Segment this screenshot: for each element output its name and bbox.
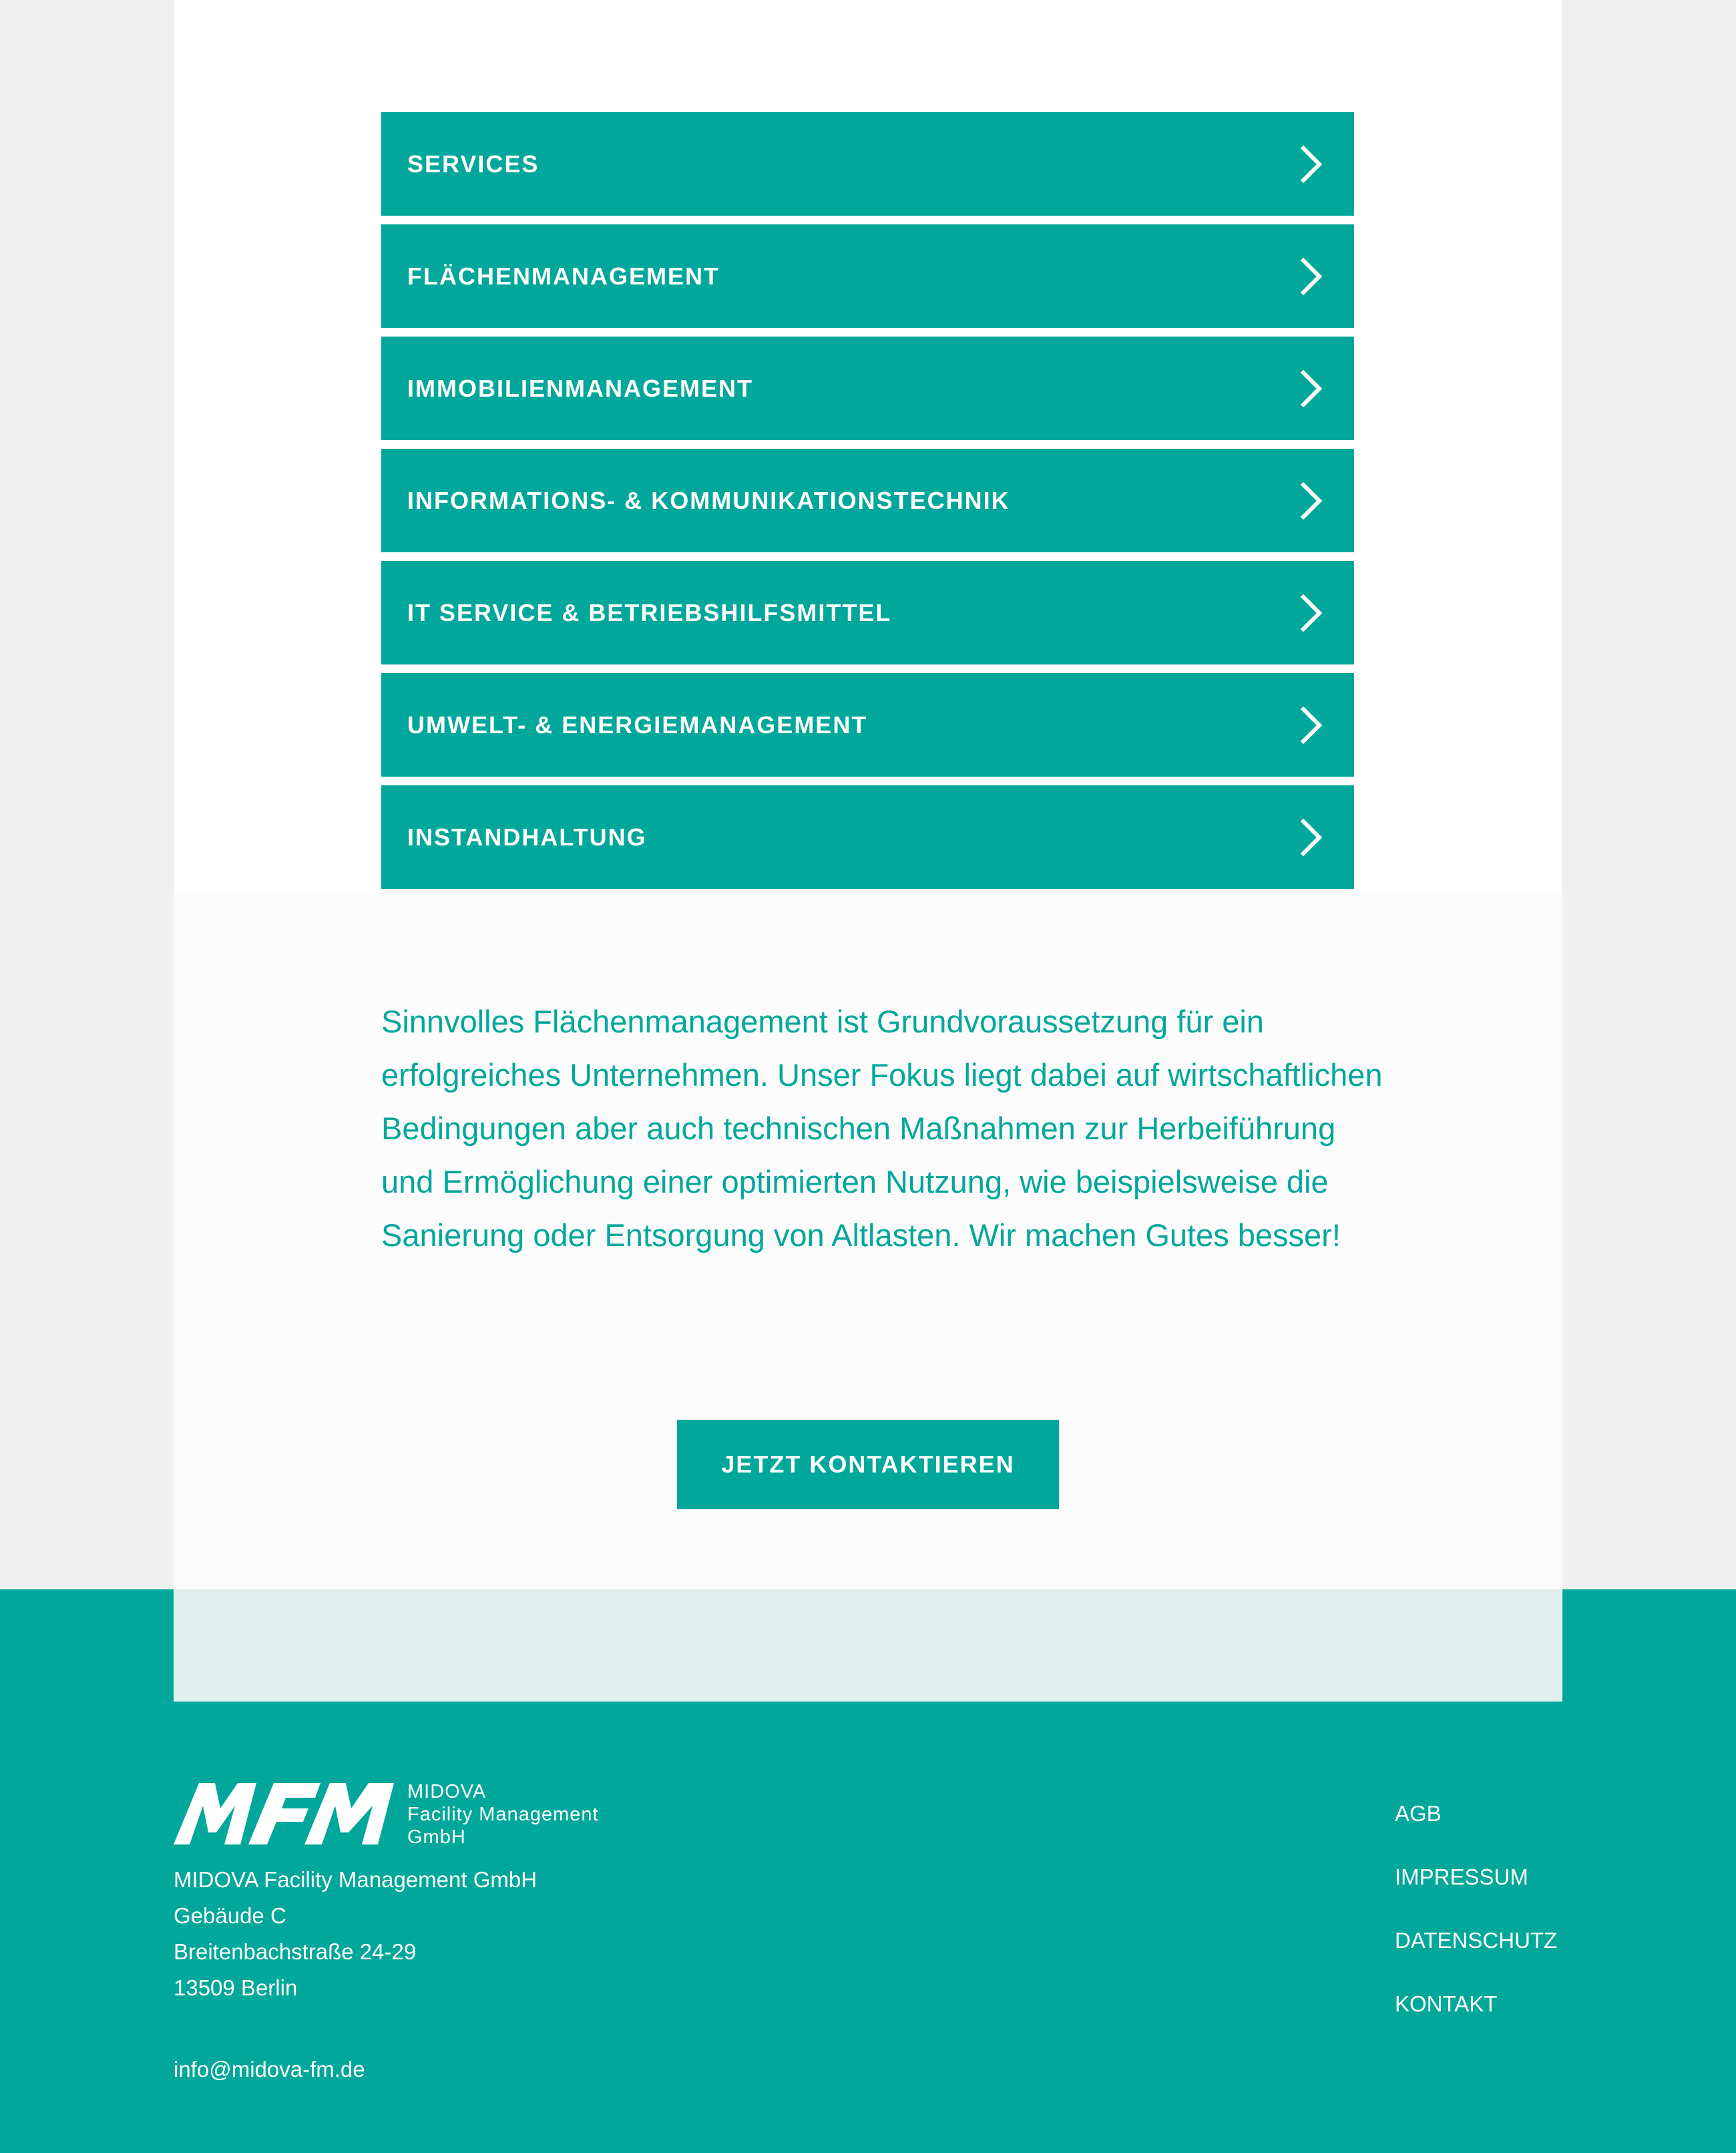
menu-item-ikt[interactable]: INFORMATIONS- & KOMMUNIKATIONSTECHNIK	[381, 449, 1354, 552]
footer-nav: AGB IMPRESSUM DATENSCHUTZ KONTAKT	[1395, 1802, 1557, 2056]
menu-item-it-service[interactable]: IT SERVICE & BETRIEBSHILFSMITTEL	[381, 561, 1354, 664]
menu-item-label: IMMOBILIENMANAGEMENT	[407, 374, 753, 402]
footer-link-impressum[interactable]: IMPRESSUM	[1395, 1865, 1557, 1889]
logo[interactable]: MIDOVA Facility Management GmbH	[174, 1780, 628, 1850]
footer-band	[174, 1589, 1562, 1702]
services-section: SERVICES FLÄCHENMANAGEMENT IMMOBILIENMAN…	[174, 0, 1562, 895]
footer-link-kontakt[interactable]: KONTAKT	[1395, 1992, 1557, 2015]
services-menu: SERVICES FLÄCHENMANAGEMENT IMMOBILIENMAN…	[381, 112, 1354, 898]
menu-item-flaechenmanagement[interactable]: FLÄCHENMANAGEMENT	[381, 224, 1354, 328]
footer: MIDOVA Facility Management GmbH MIDOVA F…	[0, 1589, 1736, 2153]
logo-line-1: MIDOVA	[407, 1781, 487, 1802]
menu-item-label: IT SERVICE & BETRIEBSHILFSMITTEL	[407, 598, 892, 626]
menu-item-label: UMWELT- & ENERGIEMANAGEMENT	[407, 711, 868, 739]
menu-item-services[interactable]: SERVICES	[381, 112, 1354, 216]
intro-text: Sinnvolles Flächenmanagement ist Grundvo…	[381, 1004, 1383, 1253]
email-link[interactable]: info@midova-fm.de	[174, 2057, 365, 2082]
chevron-right-icon	[1284, 257, 1323, 295]
menu-item-label: INFORMATIONS- & KOMMUNIKATIONSTECHNIK	[407, 486, 1010, 514]
intro-section: Sinnvolles Flächenmanagement ist Grundvo…	[174, 895, 1562, 1589]
chevron-right-icon	[1284, 594, 1323, 632]
page-content: SERVICES FLÄCHENMANAGEMENT IMMOBILIENMAN…	[174, 0, 1562, 1589]
footer-link-datenschutz[interactable]: DATENSCHUTZ	[1395, 1929, 1557, 1952]
menu-item-umwelt-energie[interactable]: UMWELT- & ENERGIEMANAGEMENT	[381, 673, 1354, 777]
chevron-right-icon	[1284, 481, 1323, 520]
logo-line-2: Facility Management	[407, 1804, 599, 1825]
mfm-logo-mark	[174, 1783, 394, 1844]
address-building: Gebäude C	[174, 1903, 286, 1928]
company-address: MIDOVA Facility Management GmbH Gebäude …	[174, 1862, 537, 2006]
chevron-right-icon	[1284, 145, 1323, 183]
menu-item-label: SERVICES	[407, 150, 539, 178]
address-city: 13509 Berlin	[174, 1975, 298, 2000]
menu-item-label: INSTANDHALTUNG	[407, 823, 647, 851]
chevron-right-icon	[1284, 369, 1323, 407]
menu-item-instandhaltung[interactable]: INSTANDHALTUNG	[381, 785, 1354, 889]
address-street: Breitenbachstraße 24-29	[174, 1939, 417, 1964]
footer-link-agb[interactable]: AGB	[1395, 1802, 1557, 1825]
contact-cta-button[interactable]: JETZT KONTAKTIEREN	[677, 1420, 1059, 1509]
chevron-right-icon	[1284, 706, 1323, 744]
company-name: MIDOVA Facility Management GmbH	[174, 1867, 537, 1892]
logo-line-3: GmbH	[407, 1826, 466, 1848]
menu-item-immobilienmanagement[interactable]: IMMOBILIENMANAGEMENT	[381, 337, 1354, 440]
menu-item-label: FLÄCHENMANAGEMENT	[407, 262, 720, 290]
chevron-right-icon	[1284, 818, 1323, 856]
logo-wordmark: MIDOVA Facility Management GmbH	[407, 1780, 599, 1848]
